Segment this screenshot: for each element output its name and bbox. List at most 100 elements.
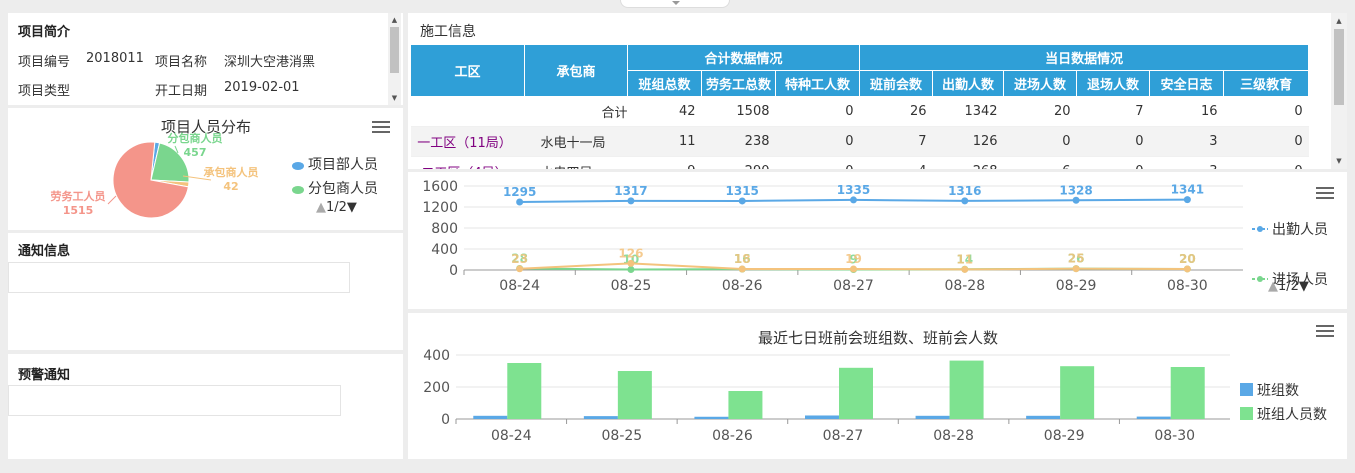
table-row: 二工区（4局） 水电四局 9 290 0 4 268 6 0 3 0 — [410, 156, 1309, 169]
cell: 0 — [1223, 126, 1309, 157]
cell-area[interactable]: 二工区（4局） — [410, 156, 525, 169]
cell-area[interactable]: 一工区（11局） — [410, 126, 525, 157]
intro-scrollbar[interactable]: ▲ ▼ — [388, 13, 401, 105]
bar — [694, 416, 729, 419]
project-intro-panel: 项目简介 项目编号 2018011 项目名称 深圳大空港消黑 项目类型 开工日期… — [8, 13, 403, 105]
y-tick-label: 0 — [449, 263, 458, 279]
legend-item-project-staff[interactable]: 项目部人员 — [292, 154, 402, 178]
project-intro-title: 项目简介 — [18, 25, 71, 40]
bar — [1170, 367, 1205, 419]
page-prev-icon[interactable]: ▲ — [1268, 279, 1278, 294]
team-bar-chart: 最近七日班前会班组数、班前会人数 0 200 400 08-24 08-25 08-26 08… — [423, 329, 1327, 444]
cell: 126 — [932, 126, 1004, 157]
y-tick-label: 1200 — [422, 200, 458, 216]
cell-contractor: 水电十一局 — [524, 126, 628, 157]
data-point — [1183, 196, 1191, 204]
cell: 26 — [859, 96, 933, 127]
data-point — [961, 265, 969, 273]
table-scrollbar[interactable]: ▲ ▼ — [1331, 13, 1347, 169]
info-label: 开工日期 — [155, 84, 208, 99]
data-label: 25 — [1068, 252, 1085, 266]
data-label: 1316 — [948, 184, 981, 198]
chart-menu-icon[interactable] — [1316, 187, 1334, 201]
page-next-icon[interactable]: ▼ — [1299, 279, 1309, 294]
page-prev-icon[interactable]: ▲ — [316, 200, 326, 215]
attendance-line-chart: 0 400 800 1200 1600 08-24 08-25 08-26 08-27 08-28… — [422, 179, 1328, 294]
cell: 290 — [701, 156, 776, 169]
col-header: 班前会数 — [859, 70, 934, 97]
y-tick-label: 400 — [423, 348, 450, 364]
cell-area[interactable] — [410, 96, 525, 127]
chart-menu-icon[interactable] — [372, 121, 390, 135]
cell: 7 — [1076, 96, 1150, 127]
page-next-icon[interactable]: ▼ — [347, 200, 357, 215]
pager-label: 1/2 — [1278, 279, 1299, 294]
legend-label: 项目部人员 — [308, 157, 378, 173]
collapse-handle[interactable] — [620, 0, 730, 8]
cell: 16 — [1149, 96, 1224, 127]
x-tick-label: 08-25 — [611, 278, 652, 294]
x-tick-label: 08-24 — [491, 428, 532, 444]
pie-label-name: 分包商人员 — [168, 131, 223, 145]
scroll-thumb[interactable] — [390, 27, 399, 73]
pie-panel: 项目人员分布 分包商人员 457 承包商人员 42 劳务工人员 1515 项目部人员 分包… — [8, 108, 403, 230]
info-value: 2019-02-01 — [224, 80, 300, 95]
scroll-up-icon[interactable]: ▲ — [388, 15, 401, 25]
legend-pager: ▲1/2▼ — [292, 200, 402, 215]
x-tick-label: 08-25 — [602, 428, 643, 444]
notice-list — [8, 262, 350, 293]
cell: 4 — [859, 156, 933, 169]
col-contractor: 承包商 — [524, 44, 628, 97]
data-label: 18 — [734, 252, 751, 266]
line-legend-pager: ▲1/2▼ — [1268, 279, 1309, 294]
data-point — [627, 197, 635, 205]
cell: 0 — [1076, 156, 1150, 169]
scroll-down-icon[interactable]: ▼ — [388, 93, 401, 103]
bar — [1060, 366, 1095, 419]
group-total-header: 合计数据情况 — [626, 44, 861, 71]
bar-chart-panel: 最近七日班前会班组数、班前会人数 0 200 400 08-24 08-25 08-26 08… — [408, 313, 1347, 459]
cell: 20 — [1003, 96, 1077, 127]
legend-item-subcontractor[interactable]: 分包商人员 — [292, 178, 402, 200]
data-label: 11 — [956, 252, 973, 266]
cell: 11 — [627, 126, 702, 157]
data-label: 1295 — [503, 185, 536, 199]
y-tick-label: 800 — [431, 221, 458, 237]
x-tick-label: 08-28 — [944, 278, 985, 294]
chart-title: 最近七日班前会班组数、班前会人数 — [758, 329, 998, 347]
chart-menu-icon[interactable] — [1316, 325, 1334, 339]
data-label: 1341 — [1171, 183, 1204, 197]
col-header: 进场人数 — [1003, 70, 1078, 97]
group-today-header: 当日数据情况 — [859, 44, 1310, 71]
data-point — [516, 265, 524, 273]
data-point — [850, 265, 857, 273]
cell: 0 — [775, 156, 860, 169]
scroll-up-icon[interactable]: ▲ — [1331, 16, 1347, 26]
info-value: 2018011 — [86, 51, 144, 66]
data-label: 1335 — [837, 183, 870, 197]
data-label: 19 — [845, 252, 862, 266]
legend-label: 班组数 — [1257, 383, 1299, 399]
pie-label-value: 1515 — [63, 204, 94, 217]
y-tick-label: 1600 — [422, 179, 458, 195]
warning-list — [8, 385, 341, 416]
bar — [949, 360, 984, 419]
col-header: 特种工人数 — [774, 70, 861, 97]
x-tick-label: 08-29 — [1044, 428, 1085, 444]
scroll-down-icon[interactable]: ▼ — [1331, 156, 1347, 166]
legend-label: 分包商人员 — [308, 181, 378, 197]
construction-title: 施工信息 — [420, 24, 476, 40]
data-point — [627, 265, 635, 273]
x-tick-label: 08-27 — [823, 428, 864, 444]
data-point — [1072, 196, 1080, 204]
data-label: 23 — [511, 252, 528, 266]
col-area: 工区 — [410, 44, 525, 97]
cell-contractor: 水电四局 — [524, 156, 628, 169]
col-header: 安全日志 — [1149, 70, 1225, 97]
data-point — [516, 198, 524, 206]
data-label: 20 — [1179, 252, 1196, 266]
cell: 0 — [775, 96, 860, 127]
legend-dot — [292, 161, 304, 170]
bar — [1026, 415, 1061, 419]
scroll-thumb[interactable] — [1334, 29, 1344, 105]
